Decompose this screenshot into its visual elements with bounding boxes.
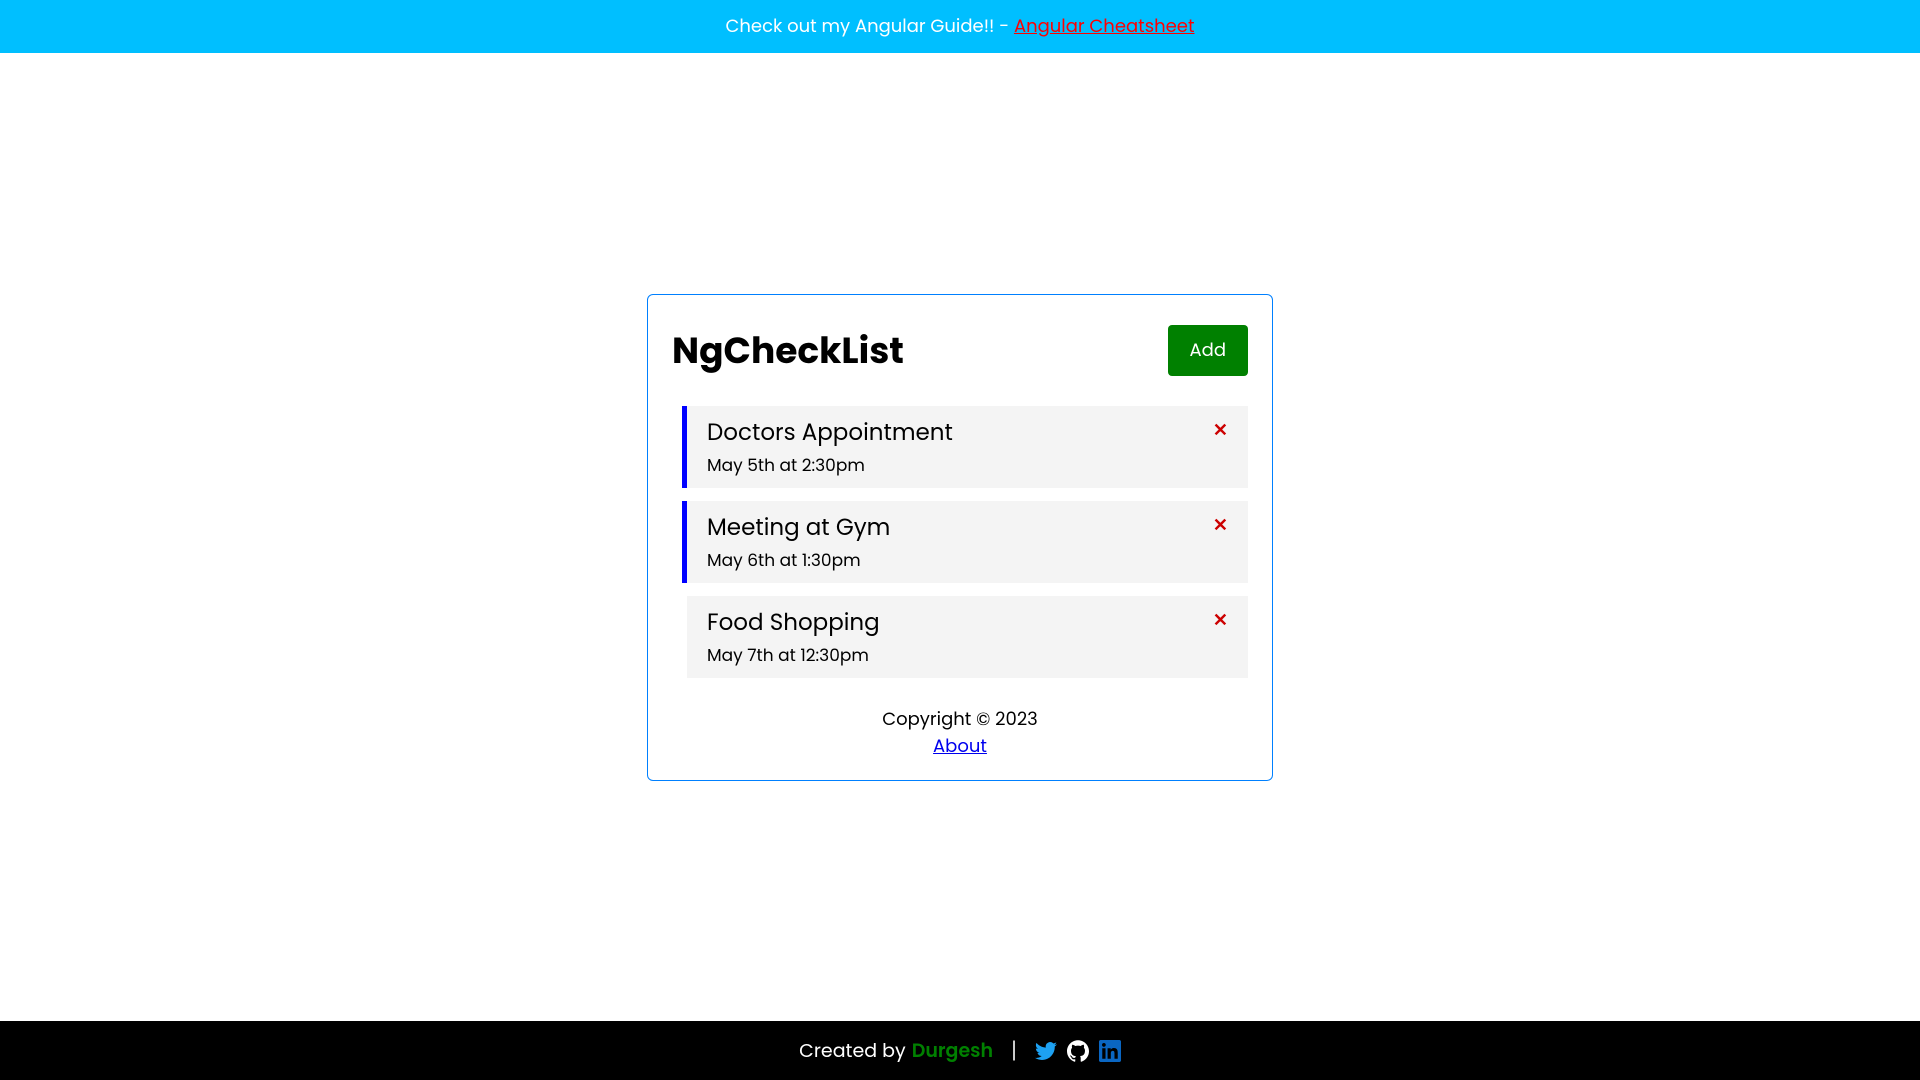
- close-icon[interactable]: ✕: [1213, 511, 1228, 535]
- promo-banner: Check out my Angular Guide!! - Angular C…: [0, 0, 1920, 53]
- task-info: Food Shopping May 7th at 12:30pm: [707, 606, 1213, 668]
- twitter-icon[interactable]: [1035, 1040, 1057, 1062]
- card-title: NgCheckList: [672, 323, 904, 378]
- close-icon[interactable]: ✕: [1213, 416, 1228, 440]
- task-date: May 7th at 12:30pm: [707, 642, 1213, 668]
- banner-link[interactable]: Angular Cheatsheet: [1014, 14, 1195, 39]
- close-icon[interactable]: ✕: [1213, 606, 1228, 630]
- banner-text: Check out my Angular Guide!! -: [726, 14, 1014, 39]
- task-date: May 6th at 1:30pm: [707, 547, 1213, 573]
- task-title: Meeting at Gym: [707, 511, 1213, 545]
- add-button[interactable]: Add: [1168, 325, 1248, 376]
- task-info: Doctors Appointment May 5th at 2:30pm: [707, 416, 1213, 478]
- card-header: NgCheckList Add: [672, 323, 1248, 378]
- page-footer: Created by Durgesh |: [0, 1021, 1920, 1080]
- copyright-text: Copyright © 2023: [672, 706, 1248, 733]
- linkedin-icon[interactable]: [1099, 1040, 1121, 1062]
- checklist-card: NgCheckList Add Doctors Appointment May …: [647, 294, 1273, 781]
- author-name: Durgesh: [912, 1036, 993, 1065]
- task-item[interactable]: Food Shopping May 7th at 12:30pm ✕: [687, 596, 1248, 678]
- card-footer: Copyright © 2023 About: [672, 706, 1248, 760]
- task-date: May 5th at 2:30pm: [707, 452, 1213, 478]
- created-by: Created by Durgesh: [799, 1036, 993, 1065]
- task-title: Doctors Appointment: [707, 416, 1213, 450]
- github-icon[interactable]: [1067, 1040, 1089, 1062]
- task-title: Food Shopping: [707, 606, 1213, 640]
- task-item[interactable]: Meeting at Gym May 6th at 1:30pm ✕: [682, 501, 1248, 583]
- social-icons: [1035, 1040, 1121, 1062]
- created-by-label: Created by: [799, 1036, 906, 1065]
- tasks-list: Doctors Appointment May 5th at 2:30pm ✕ …: [672, 406, 1248, 678]
- separator: |: [1011, 1034, 1017, 1067]
- task-item[interactable]: Doctors Appointment May 5th at 2:30pm ✕: [682, 406, 1248, 488]
- task-info: Meeting at Gym May 6th at 1:30pm: [707, 511, 1213, 573]
- about-link[interactable]: About: [933, 734, 987, 759]
- main-content: NgCheckList Add Doctors Appointment May …: [0, 53, 1920, 1021]
